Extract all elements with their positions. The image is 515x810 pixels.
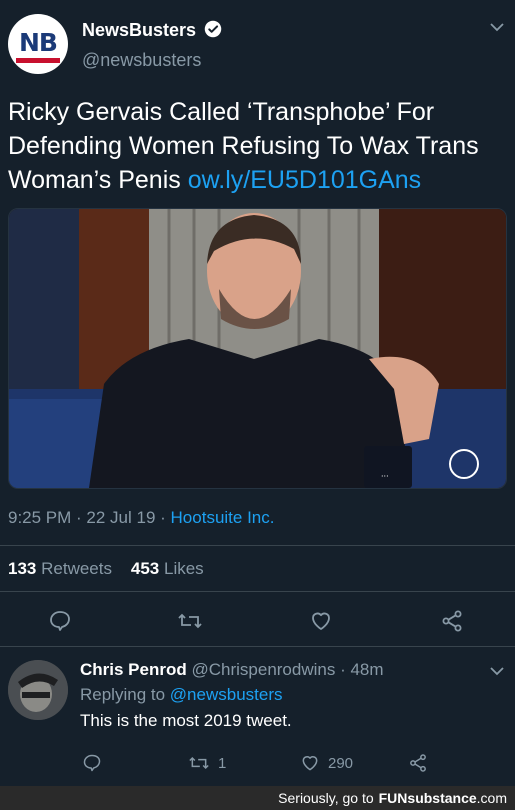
divider <box>0 646 515 647</box>
retweets-label[interactable]: Retweets <box>41 559 112 578</box>
likes-count[interactable]: 453 <box>131 559 159 578</box>
watermark-brand-substance: substance <box>407 790 477 806</box>
share-button[interactable] <box>437 606 467 636</box>
reply-button[interactable] <box>45 606 75 636</box>
tweet-stats: 133 Retweets 453 Likes <box>8 559 204 579</box>
media-illustration: ··· <box>9 209 506 488</box>
likes-label[interactable]: Likes <box>164 559 204 578</box>
reply-text: This is the most 2019 tweet. <box>80 711 292 730</box>
reply-like-count: 290 <box>328 754 354 772</box>
reply-icon <box>50 611 70 631</box>
share-icon <box>442 610 462 632</box>
reply-header: Chris Penrod @Chrispenrodwins · 48m <box>80 660 384 679</box>
heart-icon <box>312 612 330 630</box>
divider <box>0 545 515 546</box>
reply-retweet-button[interactable]: 1 <box>188 750 226 776</box>
tweet-text: Ricky Gervais Called ‘Transphobe’ For De… <box>8 95 508 197</box>
divider <box>0 591 515 592</box>
tweet-media-image[interactable]: ··· <box>8 208 507 489</box>
retweet-icon <box>189 756 209 770</box>
author-name[interactable]: NewsBusters <box>82 20 196 41</box>
reply-retweet-count: 1 <box>218 754 227 772</box>
reply-icon <box>83 754 101 772</box>
share-icon <box>410 754 426 772</box>
replying-to-label: Replying to <box>80 685 166 704</box>
avatar-logo-stripe <box>16 58 60 63</box>
svg-text:···: ··· <box>381 472 389 481</box>
reply-reply-button[interactable] <box>82 750 102 776</box>
reply-time: 48m <box>350 660 384 679</box>
watermark-brand-fun: FUN <box>378 790 408 806</box>
retweet-icon <box>178 613 202 629</box>
replying-to: Replying to @newsbusters <box>80 685 283 705</box>
reply-author-handle[interactable]: @Chrispenrodwins <box>191 660 335 679</box>
retweets-count[interactable]: 133 <box>8 559 36 578</box>
author-avatar[interactable]: NB <box>8 14 68 74</box>
heart-icon <box>302 756 318 771</box>
avatar-logo-text: NB <box>19 28 58 57</box>
reply-chevron-down-icon[interactable] <box>490 666 504 676</box>
tweet-date: 22 Jul 19 <box>86 508 156 527</box>
tweet-source[interactable]: Hootsuite Inc. <box>171 508 275 527</box>
watermark-bar: Seriously, go to FUN substance .com <box>0 786 515 810</box>
watermark-text: Seriously, go to <box>278 790 374 806</box>
reply-share-button[interactable] <box>408 750 428 776</box>
tweet-link[interactable]: ow.ly/EU5D101GAns <box>188 166 421 194</box>
author-handle[interactable]: @newsbusters <box>82 50 201 71</box>
verified-badge-icon <box>204 20 222 38</box>
replying-to-handle[interactable]: @newsbusters <box>170 685 283 704</box>
like-button[interactable] <box>306 606 336 636</box>
reply-avatar-image <box>8 660 68 720</box>
chevron-down-icon[interactable] <box>490 22 504 32</box>
reply-avatar[interactable] <box>8 660 68 720</box>
watermark-brand-domain: .com <box>476 790 507 806</box>
tweet-meta: 9:25 PM · 22 Jul 19 · Hootsuite Inc. <box>8 508 275 527</box>
reply-like-button[interactable]: 290 <box>300 750 353 776</box>
retweet-button[interactable] <box>175 606 205 636</box>
reply-author-name[interactable]: Chris Penrod <box>80 660 187 679</box>
tweet-time: 9:25 PM <box>8 508 72 527</box>
